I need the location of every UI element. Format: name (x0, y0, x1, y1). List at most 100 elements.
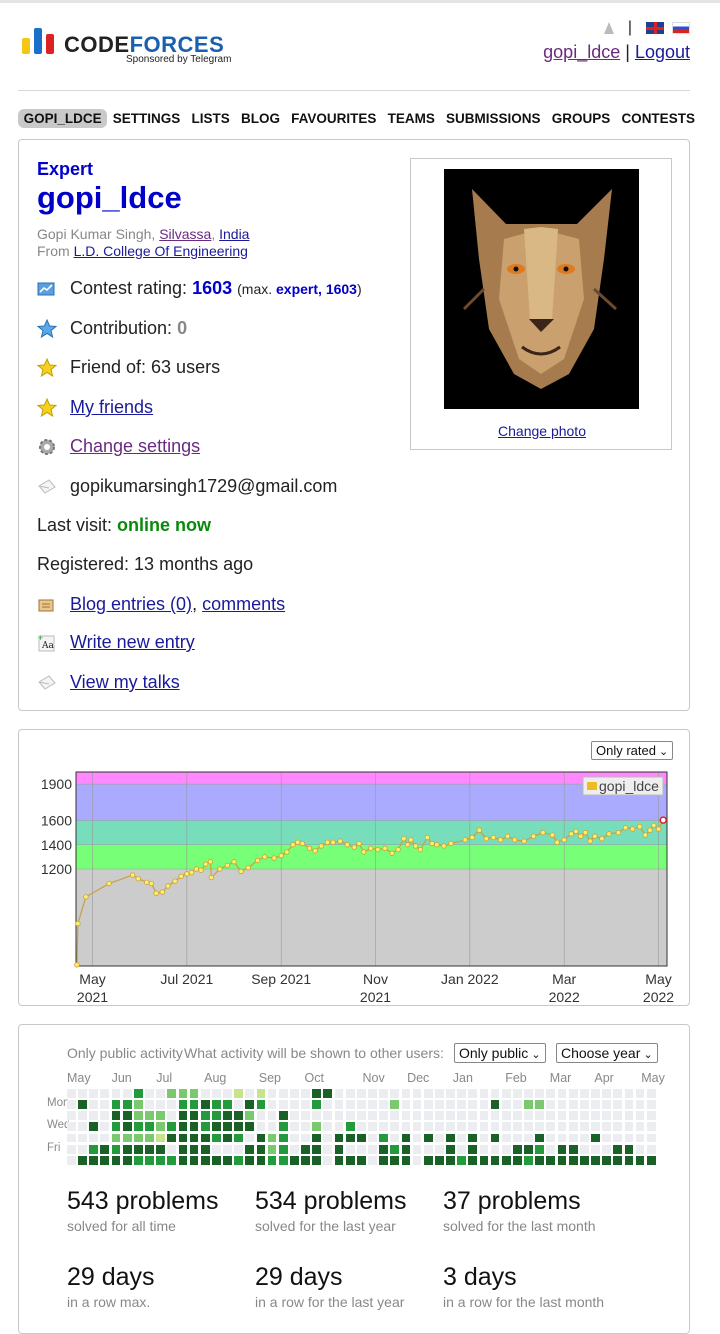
heatmap-cell[interactable] (624, 1100, 634, 1109)
heatmap-cell[interactable] (178, 1144, 188, 1154)
heatmap-cell[interactable] (345, 1111, 355, 1121)
heatmap-cell[interactable] (468, 1133, 478, 1143)
heatmap-cell[interactable] (78, 1122, 87, 1132)
heatmap-cell[interactable] (524, 1111, 533, 1121)
heatmap-cell[interactable] (457, 1133, 467, 1143)
heatmap-cell[interactable] (568, 1133, 578, 1143)
heatmap-cell[interactable] (457, 1122, 467, 1132)
heatmap-cell[interactable] (334, 1111, 344, 1121)
heatmap-cell[interactable] (189, 1111, 199, 1121)
heatmap-cell[interactable] (368, 1155, 377, 1165)
heatmap-cell[interactable] (579, 1133, 589, 1143)
heatmap-cell[interactable] (100, 1111, 110, 1121)
heatmap-cell[interactable] (301, 1089, 310, 1098)
heatmap-cell[interactable] (602, 1100, 611, 1109)
heatmap-cell[interactable] (301, 1100, 310, 1109)
heatmap-cell[interactable] (602, 1122, 611, 1132)
heatmap-cell[interactable] (234, 1100, 244, 1109)
heatmap-cell[interactable] (546, 1111, 556, 1121)
heatmap-cell[interactable] (167, 1111, 177, 1121)
heatmap-cell[interactable] (234, 1122, 244, 1132)
heatmap-cell[interactable] (446, 1122, 455, 1132)
heatmap-cell[interactable] (167, 1155, 177, 1165)
heatmap-cell[interactable] (145, 1111, 154, 1121)
heatmap-cell[interactable] (67, 1144, 76, 1154)
heatmap-cell[interactable] (490, 1089, 500, 1098)
heatmap-cell[interactable] (234, 1111, 244, 1121)
heatmap-cell[interactable] (379, 1133, 388, 1143)
heatmap-cell[interactable] (434, 1144, 444, 1154)
menu-item-settings[interactable]: SETTINGS (107, 109, 186, 128)
heatmap-cell[interactable] (524, 1122, 533, 1132)
heatmap-cell[interactable] (446, 1111, 455, 1121)
heatmap-cell[interactable] (78, 1155, 87, 1165)
heatmap-cell[interactable] (379, 1155, 388, 1165)
heatmap-cell[interactable] (111, 1155, 121, 1165)
heatmap-cell[interactable] (423, 1111, 433, 1121)
heatmap-cell[interactable] (368, 1122, 377, 1132)
heatmap-cell[interactable] (78, 1111, 87, 1121)
heatmap-cell[interactable] (513, 1111, 522, 1121)
heatmap-cell[interactable] (211, 1133, 221, 1143)
heatmap-cell[interactable] (122, 1089, 132, 1098)
heatmap-cell[interactable] (145, 1144, 154, 1154)
heatmap-cell[interactable] (122, 1122, 132, 1132)
heatmap-cell[interactable] (167, 1089, 177, 1098)
heatmap-cell[interactable] (334, 1144, 344, 1154)
heatmap-cell[interactable] (468, 1122, 478, 1132)
heatmap-cell[interactable] (89, 1100, 99, 1109)
heatmap-cell[interactable] (535, 1133, 545, 1143)
heatmap-cell[interactable] (133, 1144, 143, 1154)
heatmap-cell[interactable] (490, 1122, 500, 1132)
heatmap-cell[interactable] (111, 1133, 121, 1143)
heatmap-cell[interactable] (278, 1155, 288, 1165)
heatmap-cell[interactable] (189, 1155, 199, 1165)
heatmap-cell[interactable] (133, 1122, 143, 1132)
heatmap-cell[interactable] (200, 1089, 210, 1098)
heatmap-cell[interactable] (223, 1144, 232, 1154)
heatmap-cell[interactable] (513, 1133, 522, 1143)
heatmap-cell[interactable] (613, 1111, 623, 1121)
heatmap-cell[interactable] (89, 1111, 99, 1121)
heatmap-cell[interactable] (434, 1111, 444, 1121)
heatmap-cell[interactable] (312, 1111, 322, 1121)
heatmap-cell[interactable] (89, 1155, 99, 1165)
heatmap-cell[interactable] (122, 1111, 132, 1121)
heatmap-cell[interactable] (423, 1122, 433, 1132)
heatmap-cell[interactable] (379, 1144, 388, 1154)
heatmap-cell[interactable] (446, 1144, 455, 1154)
avatar-photo[interactable] (444, 169, 639, 409)
heatmap-cell[interactable] (312, 1133, 322, 1143)
heatmap-cell[interactable] (167, 1100, 177, 1109)
menu-item-teams[interactable]: TEAMS (382, 109, 440, 128)
heatmap-cell[interactable] (412, 1111, 422, 1121)
heatmap-cell[interactable] (390, 1111, 400, 1121)
heatmap-cell[interactable] (579, 1155, 589, 1165)
heatmap-cell[interactable] (624, 1122, 634, 1132)
heatmap-cell[interactable] (133, 1100, 143, 1109)
notifications-icon[interactable] (603, 22, 614, 34)
heatmap-cell[interactable] (423, 1155, 433, 1165)
heatmap-cell[interactable] (490, 1111, 500, 1121)
heatmap-cell[interactable] (100, 1089, 110, 1098)
heatmap-cell[interactable] (501, 1133, 511, 1143)
ru-flag-icon[interactable] (672, 22, 690, 34)
heatmap-cell[interactable] (524, 1089, 533, 1098)
heatmap-cell[interactable] (301, 1144, 310, 1154)
heatmap-cell[interactable] (613, 1155, 623, 1165)
heatmap-cell[interactable] (122, 1133, 132, 1143)
menu-item-favourites[interactable]: FAVOURITES (286, 109, 382, 128)
heatmap-cell[interactable] (145, 1100, 154, 1109)
heatmap-cell[interactable] (100, 1155, 110, 1165)
heatmap-cell[interactable] (345, 1100, 355, 1109)
heatmap-cell[interactable] (568, 1122, 578, 1132)
heatmap-cell[interactable] (290, 1111, 299, 1121)
heatmap-cell[interactable] (635, 1100, 645, 1109)
organization-link[interactable]: L.D. College Of Engineering (74, 243, 248, 259)
city-link[interactable]: Silvassa (159, 226, 211, 242)
heatmap-cell[interactable] (111, 1111, 121, 1121)
heatmap-cell[interactable] (479, 1089, 489, 1098)
change-settings-link[interactable]: Change settings (70, 436, 200, 457)
heatmap-cell[interactable] (256, 1089, 266, 1098)
heatmap-cell[interactable] (223, 1155, 232, 1165)
